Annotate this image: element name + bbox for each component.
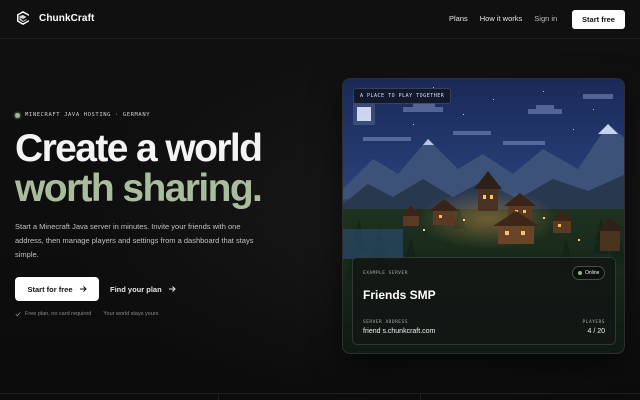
status-badge: Online: [572, 266, 606, 280]
nav-link-sign-in[interactable]: Sign in: [534, 14, 557, 23]
players-label: PLAYERS: [582, 320, 605, 325]
card-tag: A PLACE TO PLAY TOGETHER: [353, 88, 452, 104]
headline-line-2: worth sharing.: [15, 167, 263, 210]
players-count: 4 / 20: [587, 328, 605, 335]
arrow-right-icon: [79, 286, 87, 292]
server-name: Friends SMP: [363, 288, 436, 302]
nav-link-how-it-works[interactable]: How it works: [480, 14, 523, 23]
panel-label: EXAMPLE SERVER: [363, 271, 408, 276]
section-divider: [0, 393, 640, 394]
arrow-right-icon: [168, 286, 176, 292]
eyebrow-dot-icon: [15, 112, 20, 118]
top-nav: ChunkCraft Plans How it works Sign in St…: [0, 0, 640, 39]
eyebrow-text: MINECRAFT JAVA HOSTING · GERMANY: [25, 112, 151, 118]
note-world-yours-text: Your world stays yours: [103, 311, 159, 317]
headline-line-1: Create a world: [15, 127, 263, 170]
status-dot-icon: [578, 271, 582, 275]
hero-eyebrow: MINECRAFT JAVA HOSTING · GERMANY: [15, 112, 150, 118]
example-server-card: A PLACE TO PLAY TOGETHER EXAMPLE SERVER …: [342, 78, 625, 354]
note-free-plan-text: Free plan, no card required: [25, 311, 92, 317]
nav-links: Plans How it works Sign in: [449, 14, 557, 23]
server-address[interactable]: friend s.chunkcraft.com: [363, 328, 435, 335]
find-your-plan-label: Find your plan: [110, 284, 162, 294]
brand-logo[interactable]: ChunkCraft: [16, 10, 94, 26]
chunkcraft-logo-icon: [17, 11, 29, 25]
hero-description: Start a Minecraft Java server in minutes…: [15, 222, 254, 259]
find-your-plan-link[interactable]: Find your plan: [110, 277, 176, 301]
status-text: Online: [585, 270, 600, 276]
start-for-free-button[interactable]: Start for free: [15, 277, 99, 301]
section-tick: [420, 393, 421, 400]
address-label: SERVER ADDRESS: [363, 320, 408, 325]
brand-name: ChunkCraft: [39, 12, 95, 24]
note-free-plan: Free plan, no card required: [15, 311, 91, 317]
hero-notes: Free plan, no card required Your world s…: [15, 311, 158, 317]
check-icon: [15, 312, 21, 317]
server-panel: EXAMPLE SERVER Online Friends SMP SERVER…: [352, 257, 616, 345]
hero-headline: Create a world worth sharing.: [15, 127, 263, 210]
start-free-button[interactable]: Start free: [572, 10, 625, 29]
nav-link-plans[interactable]: Plans: [449, 14, 468, 23]
note-world-yours: Your world stays yours: [103, 311, 158, 317]
start-for-free-label: Start for free: [27, 284, 73, 294]
section-tick: [218, 393, 219, 400]
